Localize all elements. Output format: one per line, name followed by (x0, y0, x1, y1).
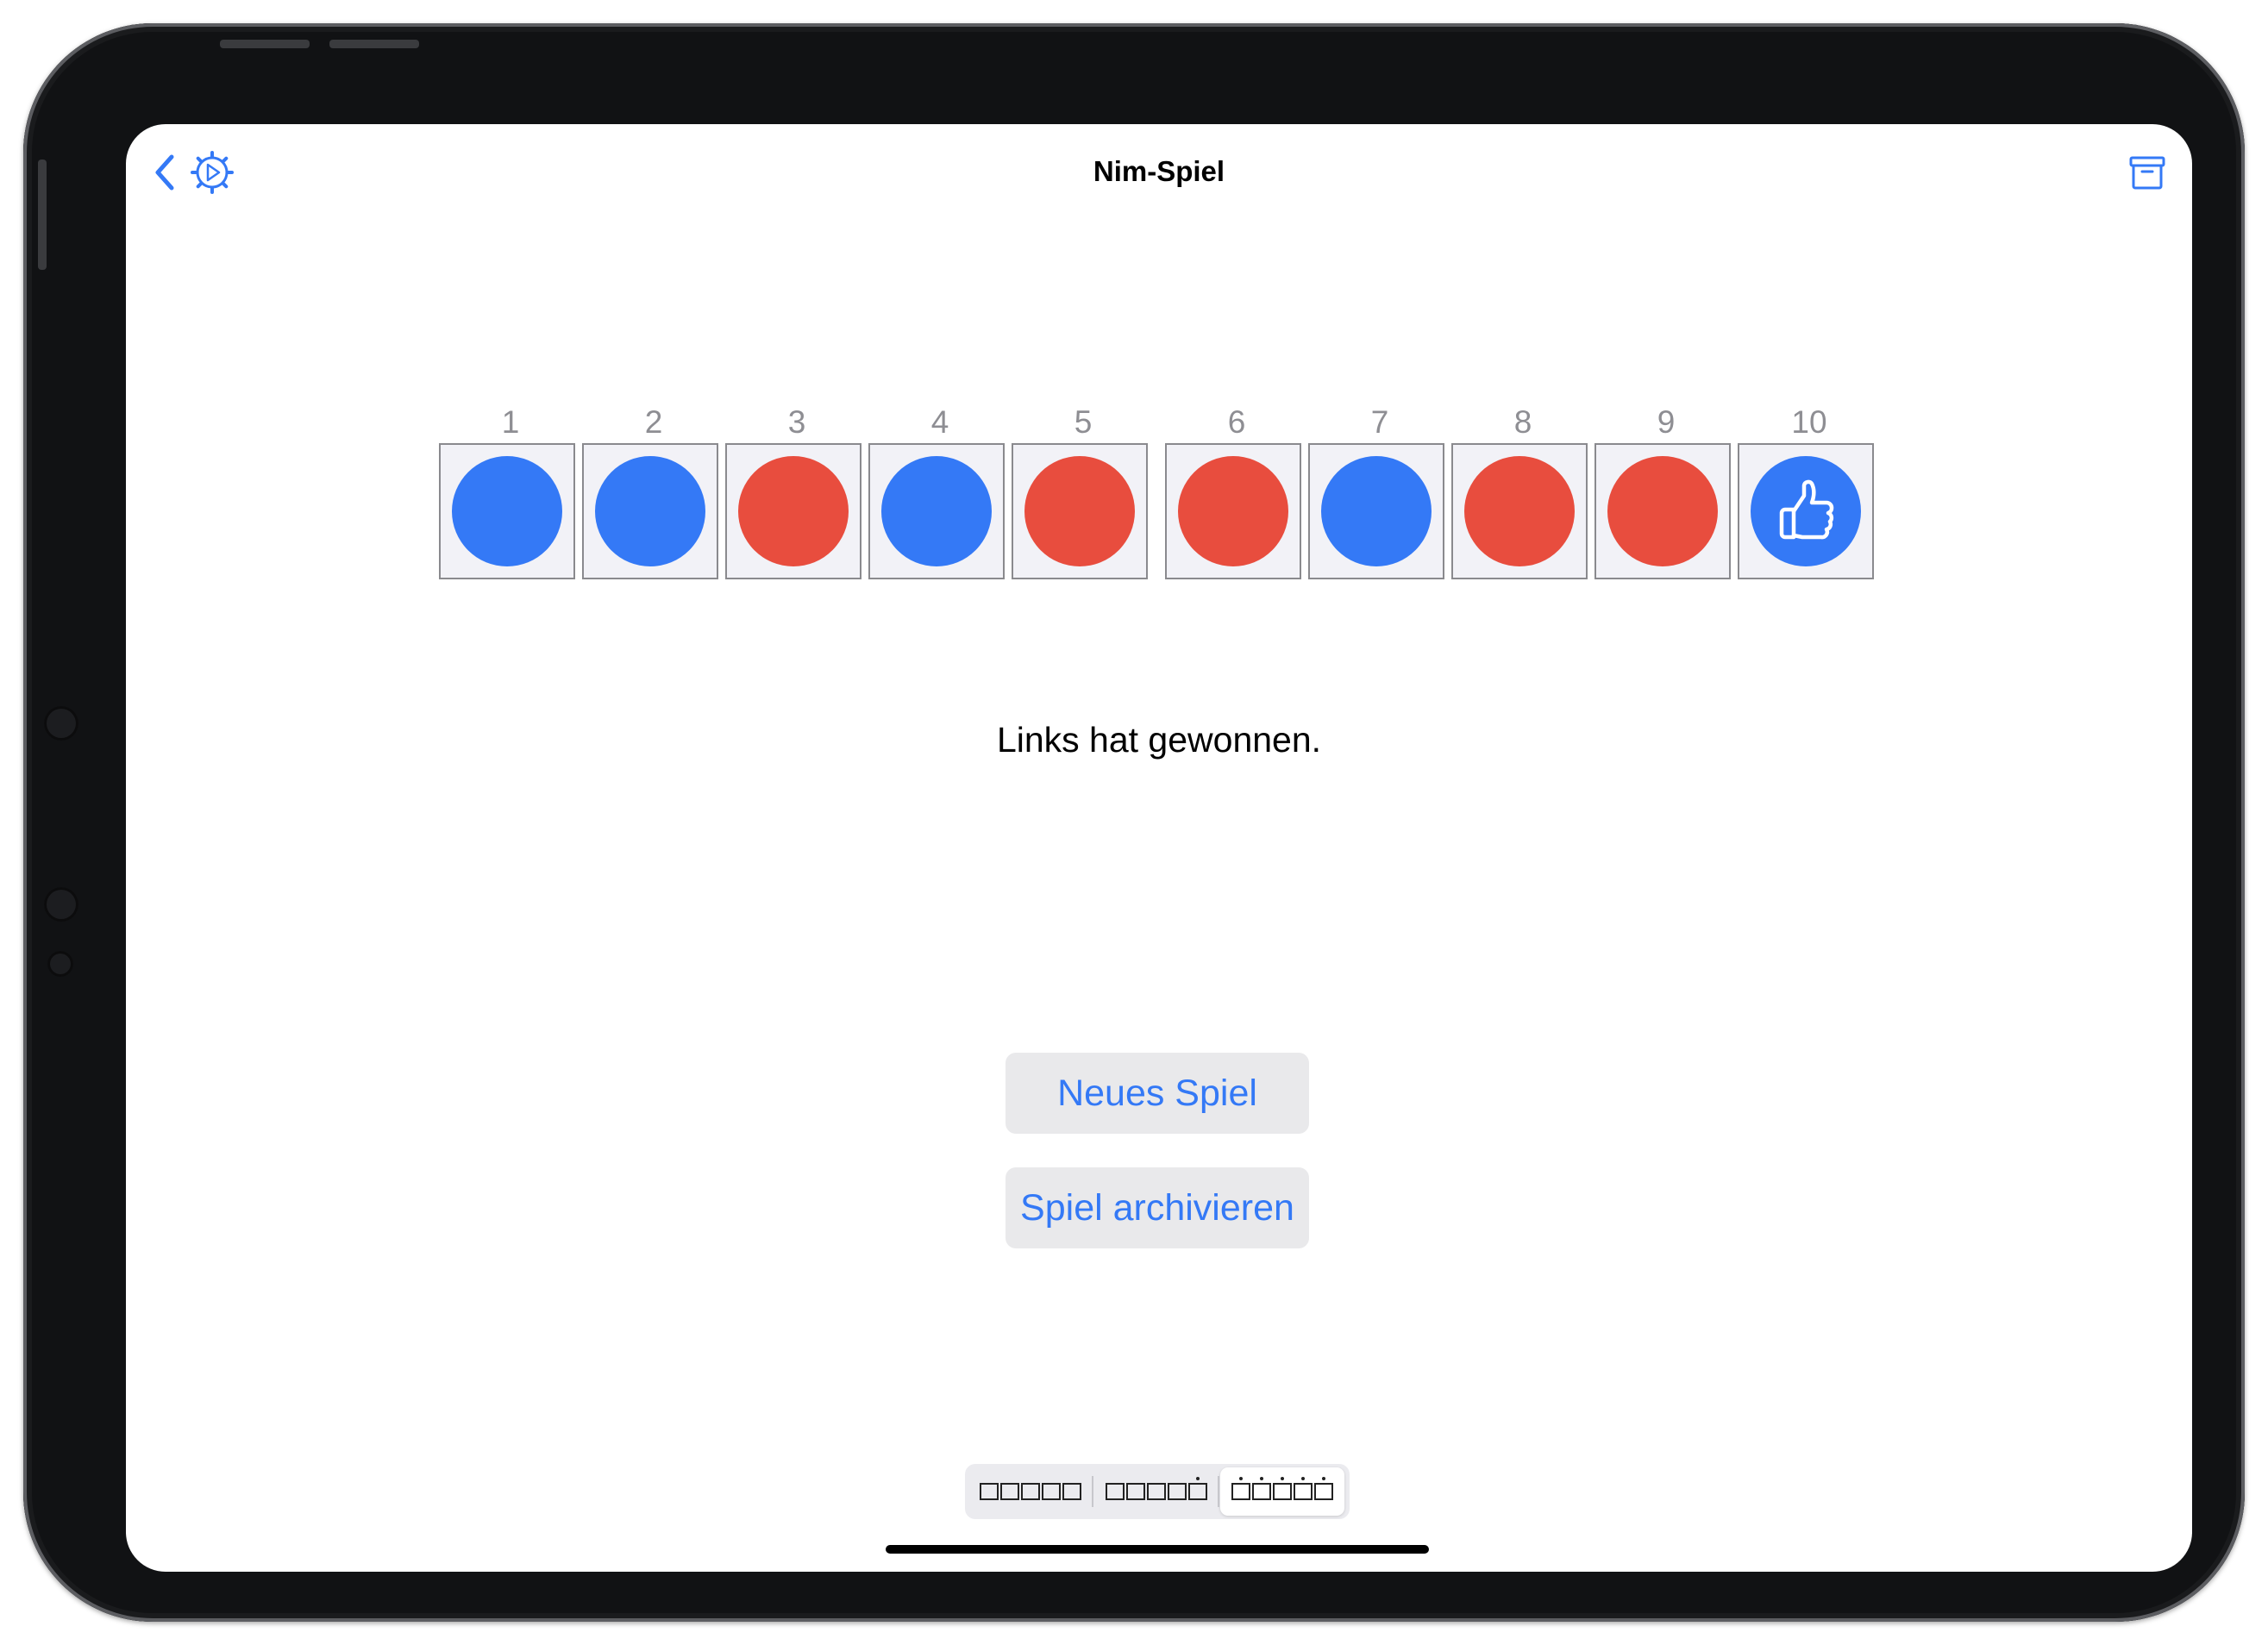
cell-box[interactable] (1451, 443, 1588, 579)
dot-icon (1260, 1477, 1263, 1480)
mini-square-icon (1188, 1477, 1207, 1500)
cell-box[interactable] (1738, 443, 1874, 579)
cell-box[interactable] (1165, 443, 1301, 579)
red-token (1178, 456, 1288, 566)
cell-number: 7 (1370, 404, 1389, 440)
cell-number: 4 (930, 404, 949, 440)
blue-token (452, 456, 562, 566)
cell-number: 2 (644, 404, 663, 440)
dot-icon (1196, 1477, 1200, 1480)
mode-segmented-control (965, 1464, 1350, 1519)
archive-game-button[interactable]: Spiel archivieren (1006, 1167, 1309, 1248)
cell-box[interactable] (1308, 443, 1444, 579)
mini-square-icon (1231, 1477, 1250, 1500)
app-screen: Nim-Spiel 1 2 3 4 5 6 7 8 9 10 Links hat gewonnen… (126, 124, 2192, 1572)
ipad-frame: Nim-Spiel 1 2 3 4 5 6 7 8 9 10 Links hat gewonnen… (23, 23, 2245, 1622)
cell-box[interactable] (582, 443, 718, 579)
cell-number: 9 (1657, 404, 1676, 440)
mini-square-icon (980, 1483, 999, 1500)
dot-icon (1281, 1477, 1284, 1480)
mini-square-icon (1126, 1483, 1145, 1500)
mini-square-icon (1168, 1483, 1187, 1500)
camera-dot (44, 706, 78, 741)
red-token (1464, 456, 1575, 566)
mini-square-icon (1106, 1483, 1125, 1500)
page-title: Nim-Spiel (1093, 155, 1225, 187)
mini-square-icon (1294, 1477, 1313, 1500)
new-game-button[interactable]: Neues Spiel (1006, 1053, 1309, 1134)
cell-box[interactable] (1012, 443, 1148, 579)
mini-square-icon (1147, 1483, 1166, 1500)
mini-square-icon (1000, 1483, 1019, 1500)
blue-token (1321, 456, 1432, 566)
cell-number: 1 (501, 404, 520, 440)
red-token (1024, 456, 1135, 566)
mini-square-icon (1273, 1477, 1292, 1500)
dot-icon (1322, 1477, 1325, 1480)
cell-number: 10 (1791, 404, 1827, 440)
blue-token (1751, 456, 1861, 566)
camera-dot (44, 887, 78, 922)
red-token (1607, 456, 1718, 566)
segment-no-dots[interactable] (968, 1467, 1093, 1516)
mini-square-icon (1062, 1483, 1081, 1500)
archive-box-icon (2129, 156, 2165, 190)
game-status-text: Links hat gewonnen. (996, 720, 1322, 760)
cell-box[interactable] (439, 443, 575, 579)
dot-icon (1301, 1477, 1305, 1480)
mini-square-icon (1252, 1477, 1271, 1500)
segment-five-dots[interactable] (1220, 1467, 1344, 1516)
cell-number: 6 (1227, 404, 1246, 440)
nim-board: 1 2 3 4 5 6 7 8 9 10 (439, 404, 1879, 579)
mini-square-icon (1021, 1483, 1040, 1500)
cell-number: 3 (787, 404, 806, 440)
archive-button[interactable] (2121, 148, 2173, 197)
blue-token (881, 456, 992, 566)
volume-button (329, 40, 419, 48)
segment-divider (1092, 1476, 1093, 1507)
home-indicator[interactable] (886, 1545, 1429, 1554)
segment-one-dot[interactable] (1094, 1467, 1219, 1516)
cell-number: 5 (1074, 404, 1093, 440)
side-button (38, 159, 47, 270)
segment-divider (1218, 1476, 1219, 1507)
dot-icon (1239, 1477, 1243, 1480)
red-token (738, 456, 849, 566)
thumbs-up-icon (1779, 479, 1834, 540)
mini-square-icon (1042, 1483, 1061, 1500)
cell-box[interactable] (725, 443, 861, 579)
cell-number: 8 (1513, 404, 1532, 440)
mini-square-icon (1314, 1477, 1333, 1500)
cell-box[interactable] (1594, 443, 1731, 579)
sensor-dot (47, 951, 73, 977)
blue-token (595, 456, 705, 566)
volume-button (220, 40, 310, 48)
cell-box[interactable] (868, 443, 1005, 579)
